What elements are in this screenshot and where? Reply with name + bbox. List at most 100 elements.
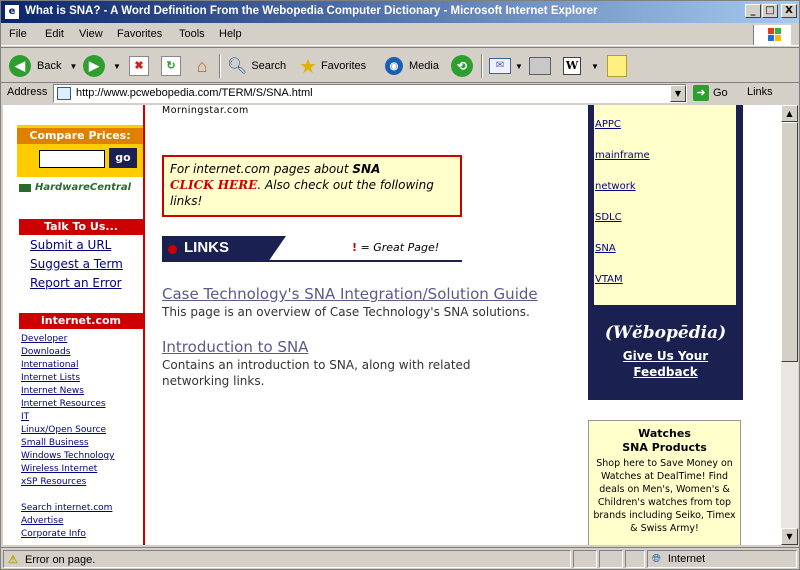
minimize-button[interactable]: _ — [745, 4, 761, 18]
menu-view[interactable]: View — [79, 28, 103, 40]
menu-help[interactable]: Help — [219, 28, 242, 40]
hardware-central-icon — [19, 184, 31, 192]
link-windows-technology[interactable]: Windows Technology — [21, 451, 114, 461]
link-downloads[interactable]: Downloads — [21, 347, 70, 357]
ie-logo-icon: e — [4, 4, 20, 20]
history-button[interactable]: ⟲ — [451, 52, 473, 80]
term-link-appc[interactable]: APPC — [595, 119, 621, 130]
submit-url-link[interactable]: Submit a URL — [30, 238, 111, 252]
note-icon — [607, 55, 627, 77]
link-internet-news[interactable]: Internet News — [21, 386, 84, 396]
go-arrow-icon: ➜ — [693, 85, 709, 101]
title-bar[interactable]: e What is SNA? - A Word Definition From … — [1, 1, 799, 23]
link-wireless-internet[interactable]: Wireless Internet — [21, 464, 97, 474]
media-globe-icon: ◉ — [385, 57, 403, 75]
menu-favorites[interactable]: Favorites — [117, 28, 162, 40]
scroll-down-icon[interactable]: ▼ — [781, 528, 798, 545]
back-dropdown-icon[interactable]: ▼ — [69, 62, 77, 71]
link-small-business[interactable]: Small Business — [21, 438, 89, 448]
great-page-icon: ! — [352, 241, 358, 254]
address-label: Address — [7, 86, 48, 98]
link-advertise[interactable]: Advertise — [21, 516, 64, 526]
banner-underline — [162, 260, 462, 262]
refresh-button[interactable]: ↻ — [161, 52, 181, 80]
menu-edit[interactable]: Edit — [45, 28, 64, 40]
media-label: Media — [409, 60, 439, 72]
feedback-link-line1[interactable]: Give Us Your — [588, 349, 743, 363]
link-developer[interactable]: Developer — [21, 334, 67, 344]
links-button[interactable]: Links — [747, 86, 773, 98]
forward-button[interactable]: ▶ ▼ — [83, 52, 121, 80]
link-internet-lists[interactable]: Internet Lists — [21, 373, 80, 383]
address-input[interactable]: http://www.pcwebopedia.com/TERM/S/SNA.ht… — [53, 84, 687, 103]
mail-icon: ✉ — [489, 58, 511, 74]
word-icon: W — [563, 57, 581, 75]
result-description: This page is an overview of Case Technol… — [162, 305, 530, 319]
great-page-label: = Great Page! — [360, 241, 440, 254]
link-it[interactable]: IT — [21, 412, 29, 422]
media-button[interactable]: ◉ Media — [385, 52, 439, 80]
history-icon: ⟲ — [451, 55, 473, 77]
term-link-network[interactable]: network — [595, 181, 636, 192]
status-pane — [625, 550, 645, 568]
hardware-central-logo[interactable]: HardwareCentral — [17, 177, 143, 207]
report-error-link[interactable]: Report an Error — [30, 276, 122, 290]
term-link-mainframe[interactable]: mainframe — [595, 150, 650, 161]
star-icon: ★ — [299, 55, 317, 78]
promo-term: SNA — [352, 162, 381, 176]
menu-tools[interactable]: Tools — [179, 28, 205, 40]
stop-button[interactable]: ✖ — [129, 52, 149, 80]
term-link-vtam[interactable]: VTAM — [595, 274, 623, 285]
status-pane — [599, 550, 623, 568]
result-title-link[interactable]: Case Technology's SNA Integration/Soluti… — [162, 285, 538, 303]
mail-dropdown-icon[interactable]: ▼ — [515, 62, 523, 71]
mail-button[interactable]: ✉ ▼ — [489, 52, 523, 80]
forward-dropdown-icon[interactable]: ▼ — [113, 62, 121, 71]
term-link-sdlc[interactable]: SDLC — [595, 212, 622, 223]
bullet-icon — [168, 245, 177, 254]
status-pane — [573, 550, 597, 568]
compare-go-button[interactable]: go — [109, 148, 137, 168]
search-icon: 🔍︎ — [227, 58, 248, 75]
page-viewport: Compare Prices: go HardwareCentral Talk … — [3, 105, 781, 545]
result-title-link[interactable]: Introduction to SNA — [162, 338, 308, 356]
click-here-link[interactable]: CLICK HERE — [170, 178, 257, 192]
back-button[interactable]: ◀ Back ▼ — [9, 52, 77, 80]
security-zone: 🌐︎ Internet — [647, 550, 797, 568]
link-linux[interactable]: Linux/Open Source — [21, 425, 106, 435]
search-button[interactable]: 🔍︎ Search — [227, 52, 286, 80]
edit-button[interactable]: W ▼ — [563, 52, 599, 80]
compare-search-input[interactable] — [39, 150, 105, 168]
watches-ad[interactable]: Watches SNA Products Shop here to Save M… — [588, 420, 741, 545]
internet-com-heading: internet.com — [19, 313, 143, 329]
warning-icon[interactable]: ⚠ — [8, 554, 18, 566]
menu-file[interactable]: File — [9, 28, 27, 40]
refresh-icon: ↻ — [161, 56, 181, 76]
link-international[interactable]: International — [21, 360, 78, 370]
promo-prefix: For internet.com pages about — [170, 162, 353, 176]
maximize-button[interactable]: □ — [762, 4, 778, 18]
feedback-link-line2[interactable]: Feedback — [588, 365, 743, 379]
address-dropdown-icon[interactable]: ▼ — [670, 85, 686, 102]
discuss-button[interactable] — [607, 52, 627, 80]
go-button[interactable]: ➜ Go — [693, 83, 743, 103]
link-corporate-info[interactable]: Corporate Info — [21, 529, 86, 539]
link-xsp-resources[interactable]: xSP Resources — [21, 477, 86, 487]
scroll-up-icon[interactable]: ▲ — [781, 105, 798, 122]
favorites-button[interactable]: ★ Favorites — [299, 52, 366, 80]
print-button[interactable] — [529, 52, 551, 80]
home-button[interactable]: ⌂ — [191, 52, 213, 80]
vertical-scrollbar[interactable]: ▲ ▼ — [781, 105, 798, 545]
status-message: ⚠ Error on page. — [3, 550, 571, 568]
hardware-central-label: HardwareCentral — [35, 182, 132, 193]
link-search-internet[interactable]: Search internet.com — [21, 503, 112, 513]
close-button[interactable]: X — [781, 4, 797, 18]
edit-dropdown-icon[interactable]: ▼ — [591, 62, 599, 71]
link-internet-resources[interactable]: Internet Resources — [21, 399, 106, 409]
status-bar: ⚠ Error on page. 🌐︎ Internet — [1, 547, 799, 569]
suggest-term-link[interactable]: Suggest a Term — [30, 257, 123, 271]
term-link-sna[interactable]: SNA — [595, 243, 616, 254]
scroll-thumb[interactable] — [781, 122, 798, 362]
go-label: Go — [713, 87, 728, 99]
windows-logo-icon — [753, 25, 791, 45]
